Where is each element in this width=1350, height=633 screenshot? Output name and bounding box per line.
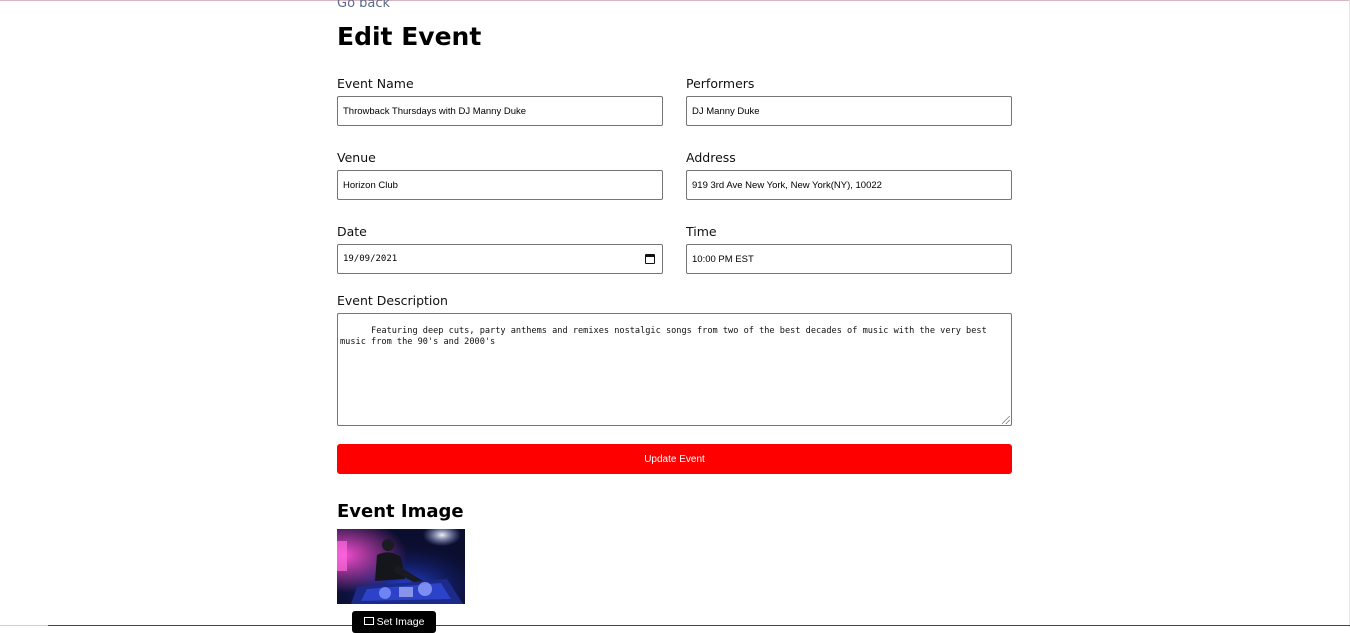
set-image-button[interactable]: Set Image [352, 611, 436, 633]
event-description-value: Featuring deep cuts, party anthems and r… [340, 326, 987, 347]
performers-input[interactable]: DJ Manny Duke [686, 96, 1012, 126]
performers-field: Performers DJ Manny Duke [686, 76, 1012, 126]
venue-field: Venue Horizon Club [337, 150, 663, 200]
event-name-field: Event Name Throwback Thursdays with DJ M… [337, 76, 663, 126]
event-description-textarea[interactable]: Featuring deep cuts, party anthems and r… [337, 313, 1012, 426]
address-field: Address 919 3rd Ave New York, New York(N… [686, 150, 1012, 200]
resize-handle[interactable] [1002, 416, 1010, 424]
page-title: Edit Event [337, 22, 482, 51]
event-description-field: Event Description Featuring deep cuts, p… [337, 293, 1012, 426]
bottom-border-left [0, 625, 48, 626]
time-field: Time 10:00 PM EST [686, 224, 1012, 274]
event-image-title: Event Image [337, 501, 464, 522]
time-value: 10:00 PM EST [692, 253, 754, 265]
bottom-border [48, 625, 1350, 626]
address-label: Address [686, 150, 736, 165]
event-name-input[interactable]: Throwback Thursdays with DJ Manny Duke [337, 96, 663, 126]
date-value: 19/09/2021 [343, 254, 398, 264]
set-image-label: Set Image [376, 616, 425, 628]
time-label: Time [686, 224, 717, 239]
performers-value: DJ Manny Duke [692, 105, 760, 117]
address-value: 919 3rd Ave New York, New York(NY), 1002… [692, 179, 882, 191]
address-input[interactable]: 919 3rd Ave New York, New York(NY), 1002… [686, 170, 1012, 200]
date-input[interactable]: 19/09/2021 [337, 244, 663, 274]
event-name-label: Event Name [337, 76, 414, 91]
image-icon [363, 617, 374, 625]
time-input[interactable]: 10:00 PM EST [686, 244, 1012, 274]
venue-input[interactable]: Horizon Club [337, 170, 663, 200]
top-border [0, 0, 1350, 1]
event-description-label: Event Description [337, 293, 448, 308]
date-label: Date [337, 224, 367, 239]
dj-photo-illustration [337, 529, 465, 604]
performers-label: Performers [686, 76, 755, 91]
go-back-link[interactable]: Go back [337, 0, 390, 12]
date-field: Date 19/09/2021 [337, 224, 663, 274]
event-image [337, 529, 465, 604]
event-name-value: Throwback Thursdays with DJ Manny Duke [343, 105, 527, 117]
calendar-icon[interactable] [645, 254, 655, 264]
update-event-button[interactable]: Update Event [337, 444, 1012, 474]
venue-value: Horizon Club [343, 179, 398, 191]
venue-label: Venue [337, 150, 376, 165]
